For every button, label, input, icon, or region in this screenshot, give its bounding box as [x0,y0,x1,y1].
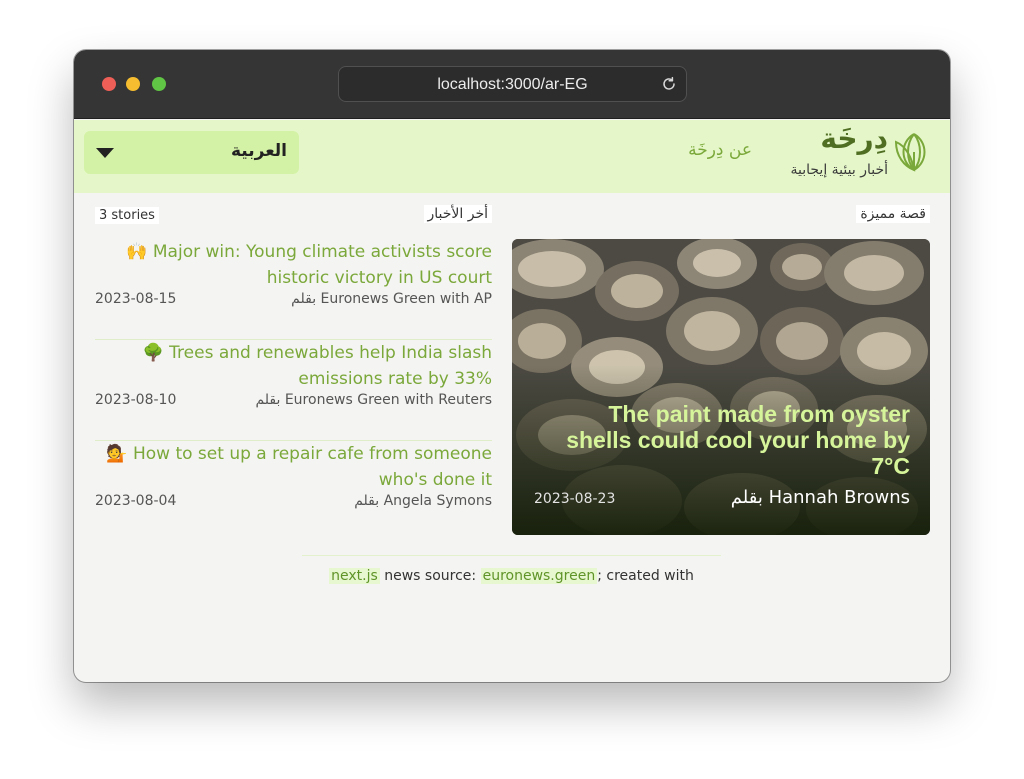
featured-story-date: 2023-08-23 [534,491,616,507]
story-author: بقلم Euronews Green with Reuters [255,392,492,408]
featured-story-card[interactable]: The paint made from oyster shells could … [512,239,930,535]
footer-divider [302,555,721,556]
list-item: 🙌 Major win: Young climate activists sco… [95,239,492,340]
language-select-value[interactable]: العربية [231,141,287,161]
address-bar[interactable]: localhost:3000/ar-EG [338,66,687,102]
source-prefix: news source: [384,568,477,584]
story-date: 2023-08-15 [95,291,177,307]
url-text[interactable]: localhost:3000/ar-EG [339,76,686,94]
close-window-button[interactable] [102,77,116,91]
hands-emoji-icon: 🙌 [126,242,148,262]
story-count-badge: 3 stories [95,207,159,224]
list-item: 🌳 Trees and renewables help India slash … [95,340,492,441]
story-author: بقلم Angela Symons [354,493,492,509]
site-logo-title[interactable]: دِرخَة [820,122,888,155]
featured-section-label: قصة مميزة [856,205,930,223]
site-footer: next.js news source: euronews.green; cre… [302,555,721,584]
story-author: بقلم Euronews Green with AP [291,291,492,307]
story-date: 2023-08-10 [95,392,177,408]
list-item: 💁 How to set up a repair cafe from someo… [95,441,492,542]
language-select[interactable]: العربية [84,131,299,174]
minimize-window-button[interactable] [126,77,140,91]
browser-titlebar: localhost:3000/ar-EG [74,50,950,119]
lotus-logo-icon[interactable] [892,128,928,176]
story-title-link[interactable]: 🌳 Trees and renewables help India slash … [95,340,492,392]
about-link[interactable]: عن دِرخَة [688,140,752,160]
featured-story-title[interactable]: The paint made from oyster shells could … [540,401,910,479]
latest-news-label: أخر الأخبار [423,205,492,223]
reload-icon[interactable] [660,75,678,93]
browser-window: localhost:3000/ar-EG دِرخَة أخبار بيئية … [74,50,950,682]
caret-down-icon[interactable] [96,148,114,158]
story-title-link[interactable]: 🙌 Major win: Young climate activists sco… [95,239,492,291]
person-emoji-icon: 💁 [106,444,128,464]
zoom-window-button[interactable] [152,77,166,91]
created-with-prefix: created with [606,568,694,584]
featured-story-author: بقلم Hannah Browns [730,487,910,508]
site-header: دِرخَة أخبار بيئية إيجابية عن دِرخَة الع… [74,120,950,193]
story-title-text[interactable]: Trees and renewables help India slash em… [169,343,492,389]
site-tagline: أخبار بيئية إيجابية [790,162,889,178]
story-title-text[interactable]: How to set up a repair cafe from someone… [133,444,492,490]
source-link[interactable]: euronews.green [480,568,598,584]
tree-emoji-icon: 🌳 [142,343,164,363]
story-date: 2023-08-04 [95,493,177,509]
story-title-link[interactable]: 💁 How to set up a repair cafe from someo… [95,441,492,493]
footer-text: next.js news source: euronews.green; cre… [329,568,694,584]
story-title-text[interactable]: Major win: Young climate activists score… [153,242,492,288]
framework-link[interactable]: next.js [329,568,380,584]
